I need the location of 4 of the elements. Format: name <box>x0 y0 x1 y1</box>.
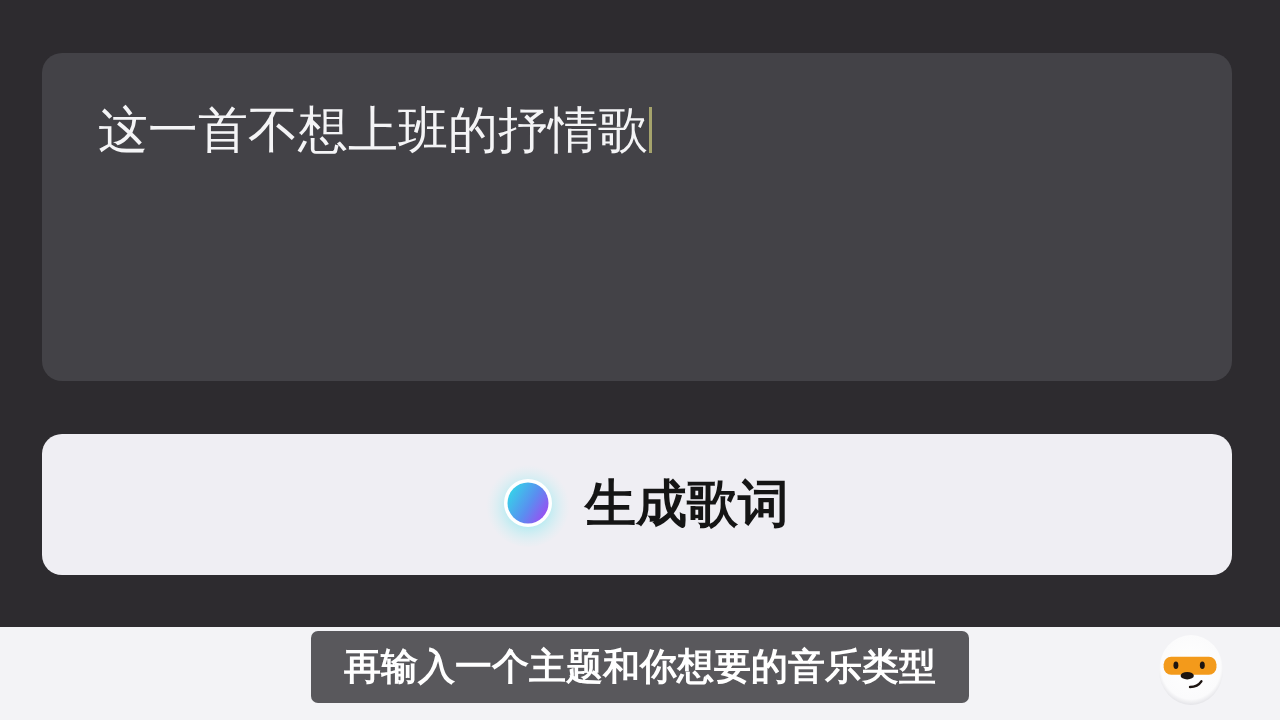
subtitle-caption: 再输入一个主题和你想要的音乐类型 <box>311 631 969 703</box>
mascot-face-icon <box>1158 634 1224 706</box>
lyrics-input-field[interactable]: 这一首不想上班的抒情歌 <box>42 53 1232 381</box>
generate-lyrics-button[interactable]: 生成歌词 <box>42 434 1232 575</box>
